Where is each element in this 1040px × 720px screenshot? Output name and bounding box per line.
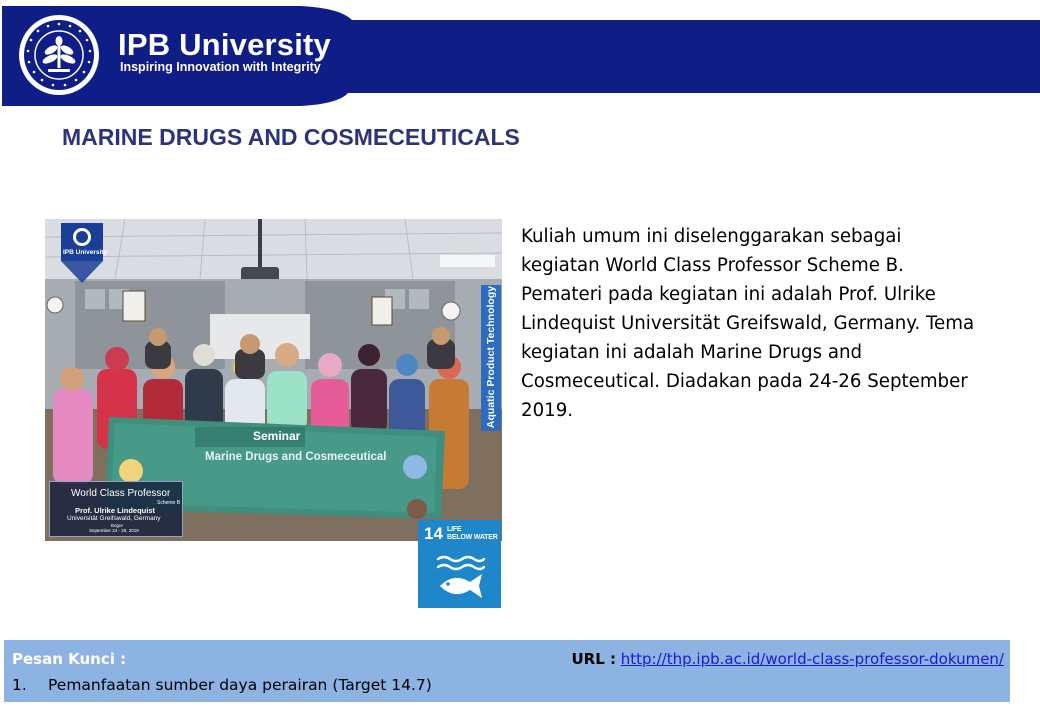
brand-tagline: Inspiring Innovation with Integrity: [120, 60, 321, 74]
overlay-date: September 24 - 26, 2019: [89, 528, 139, 533]
page-title: MARINE DRUGS AND COSMECEUTICALS: [62, 124, 520, 150]
overlay-speaker-name: Prof. Ulrike Lindequist: [75, 506, 156, 515]
ipb-seal-icon[interactable]: [18, 14, 100, 96]
aquatic-product-label: Aquatic Product Technology: [485, 285, 497, 429]
description-line: Kuliah umum ini diselenggarakan sebagai: [521, 226, 902, 247]
document-url-link[interactable]: http://thp.ipb.ac.id/world-class-profess…: [621, 650, 1004, 668]
description-line: Lindequist Universität Greifswald, Germa…: [521, 313, 975, 334]
seminar-photo: IPB University Aquatic Product Technolog…: [45, 219, 502, 541]
sdg-14-badge: 14 LIFE BELOW WATER: [418, 520, 501, 608]
description-line: kegiatan World Class Professor Scheme B.: [521, 255, 904, 276]
overlay-scheme: Scheme B: [157, 500, 181, 506]
description-line: 2019.: [521, 400, 574, 421]
brand-name: IPB University: [118, 27, 331, 62]
sdg-label-line2: BELOW WATER: [447, 534, 498, 541]
description-line: Pemateri pada kegiatan ini adalah Prof. …: [521, 284, 936, 305]
overlay-university: Universität Greifswald, Germany: [67, 515, 161, 522]
key-message-number: 1.: [12, 676, 27, 694]
seminar-banner-heading: Seminar: [253, 429, 301, 443]
overlay-title: World Class Professor: [71, 488, 171, 499]
event-description: Kuliah umum ini diselenggarakan sebagai …: [521, 222, 1016, 425]
seminar-banner-topic: Marine Drugs and Cosmeceutical: [205, 451, 387, 463]
header-banner: IPB University Inspiring Innovation with…: [0, 0, 1040, 110]
fish-waves-icon: [432, 554, 488, 600]
description-line: Cosmeceutical. Diadakan pada 24-26 Septe…: [521, 371, 968, 392]
key-message-heading: Pesan Kunci :: [12, 650, 127, 668]
sdg-label-line1: LIFE: [447, 526, 462, 533]
key-message-footer: Pesan Kunci : 1. Pemanfaatan sumber daya …: [4, 640, 1010, 702]
key-message-item: 1. Pemanfaatan sumber daya perairan (Targ…: [12, 676, 432, 694]
url-label: URL :: [571, 650, 616, 668]
url-block: URL : http://thp.ipb.ac.id/world-class-p…: [571, 650, 1004, 668]
description-line: kegiatan ini adalah Marine Drugs and: [521, 342, 863, 363]
sdg-number: 14: [424, 524, 443, 543]
key-message-text: Pemanfaatan sumber daya perairan (Target…: [48, 676, 432, 694]
photo-corner-logo-label: IPB University: [63, 249, 108, 256]
